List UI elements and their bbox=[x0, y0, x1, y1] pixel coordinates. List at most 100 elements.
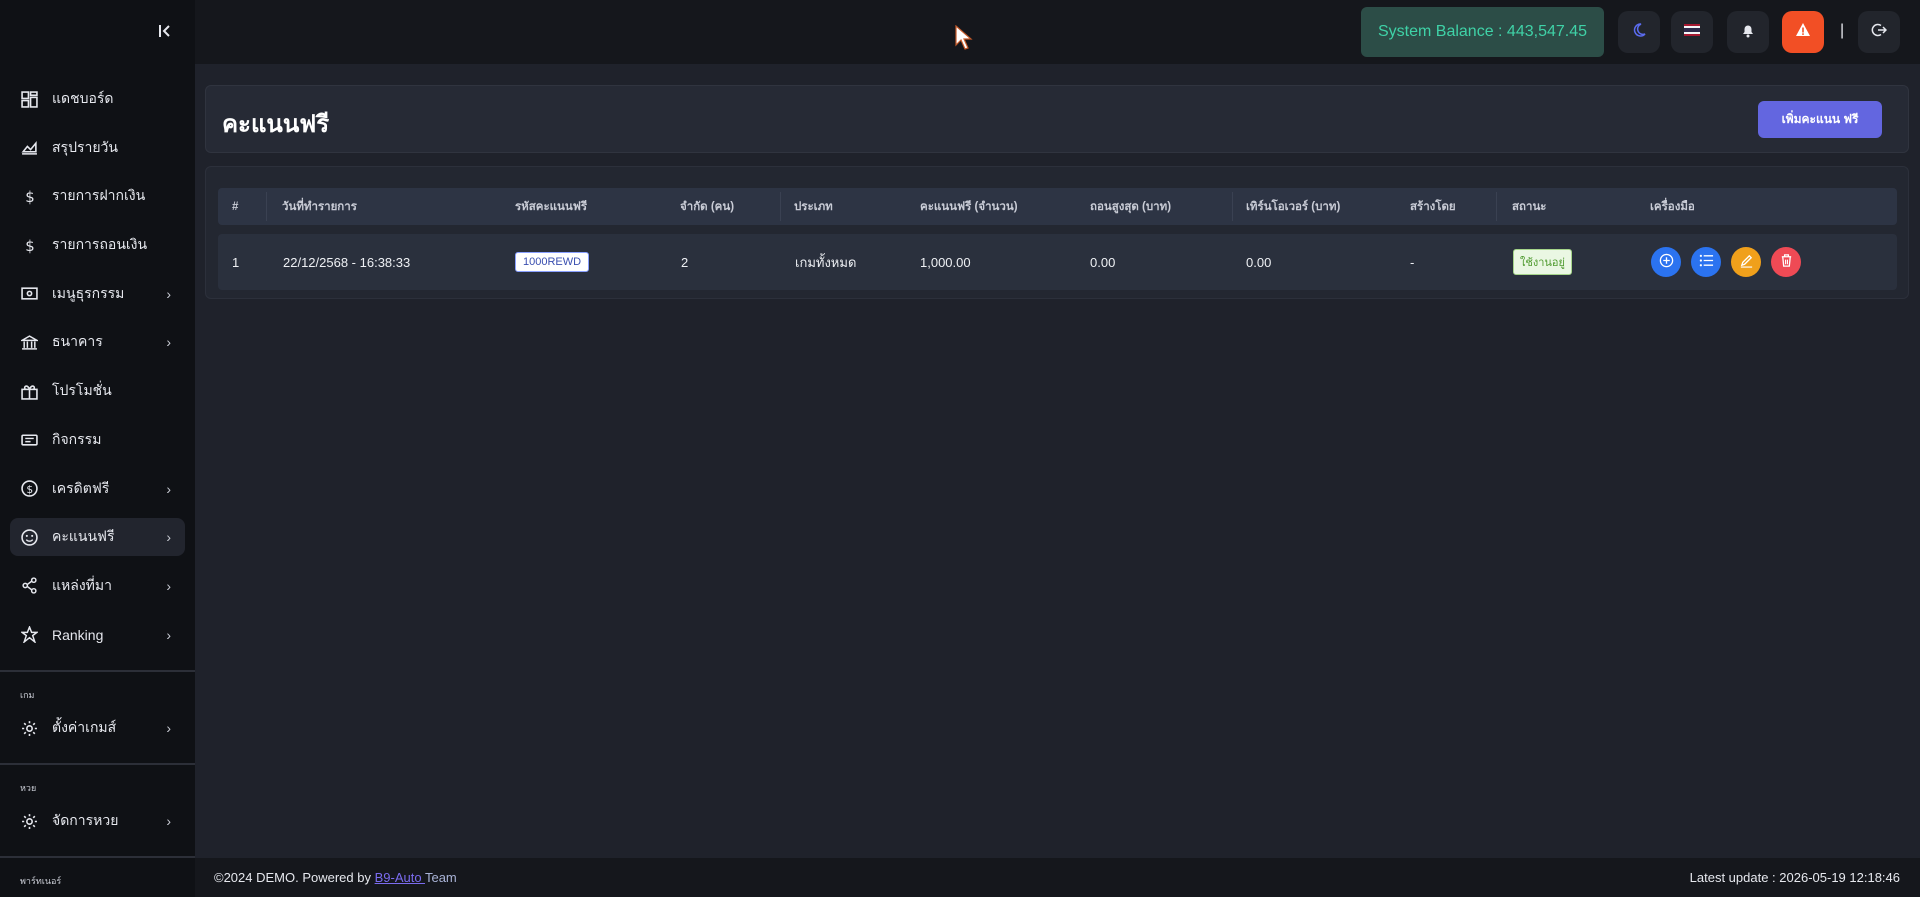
cell-status: ใช้งานอยู่ bbox=[1513, 234, 1572, 290]
cell-limit: 2 bbox=[681, 254, 689, 270]
theme-toggle-button[interactable] bbox=[1618, 11, 1660, 53]
column-divider bbox=[266, 192, 267, 221]
chevron-right-icon: › bbox=[166, 529, 171, 546]
sidebar-item-bank[interactable]: ธนาคาร › bbox=[10, 323, 185, 361]
svg-text:$: $ bbox=[25, 188, 34, 205]
chevron-right-icon: › bbox=[166, 480, 171, 497]
gear-icon bbox=[20, 812, 38, 830]
alert-button[interactable] bbox=[1782, 11, 1824, 53]
col-header-no: # bbox=[232, 200, 239, 213]
col-header-tools: เครื่องมือ bbox=[1650, 200, 1695, 213]
sidebar-item-transactions[interactable]: เมนูธุรกรรม › bbox=[10, 275, 185, 313]
star-icon bbox=[20, 626, 38, 644]
col-header-type: ประเภท bbox=[794, 200, 833, 213]
table-row: 1 22/12/2568 - 16:38:33 1000REWD 2 เกมทั… bbox=[218, 234, 1897, 290]
cell-code: 1000REWD bbox=[515, 234, 590, 290]
cell-points: 1,000.00 bbox=[920, 254, 971, 270]
trash-icon bbox=[1779, 253, 1794, 271]
warning-icon bbox=[1795, 22, 1811, 43]
logout-button[interactable] bbox=[1858, 11, 1900, 53]
cell-tools bbox=[1651, 234, 1811, 290]
sidebar-item-withdrawals[interactable]: $ รายการถอนเงิน bbox=[10, 226, 185, 264]
cell-type: เกมทั้งหมด bbox=[795, 254, 857, 270]
sidebar-item-game-settings[interactable]: ตั้งค่าเกมส์ › bbox=[10, 709, 185, 747]
notifications-button[interactable] bbox=[1727, 11, 1769, 53]
sidebar-item-dashboard[interactable]: แดชบอร์ด bbox=[10, 80, 185, 118]
col-header-code: รหัสคะแนนฟรี bbox=[515, 200, 588, 213]
sidebar-nav: แดชบอร์ด สรุปรายวัน $ รายการฝากเงิน $ รา… bbox=[10, 80, 185, 664]
bank-icon bbox=[20, 333, 38, 351]
powered-by-link[interactable]: B9-Auto bbox=[375, 870, 425, 885]
cell-max-withdraw: 0.00 bbox=[1090, 254, 1116, 270]
sidebar-item-label: เมนูธุรกรรม bbox=[52, 284, 125, 301]
sidebar-item-label: ธนาคาร bbox=[52, 333, 103, 350]
plus-circle-icon bbox=[1659, 253, 1674, 271]
code-badge: 1000REWD bbox=[515, 252, 590, 272]
dollar-icon: $ bbox=[20, 236, 38, 254]
col-header-date: วันที่ทำรายการ bbox=[282, 200, 357, 213]
page-title: คะแนนฟรี bbox=[222, 111, 330, 138]
sidebar-nav-game: ตั้งค่าเกมส์ › bbox=[10, 709, 185, 758]
sidebar-item-label: สรุปรายวัน bbox=[52, 138, 118, 155]
chevron-right-icon: › bbox=[166, 577, 171, 594]
page-header-card: คะแนนฟรี เพิ่มคะแนน ฟรี bbox=[205, 85, 1909, 153]
sidebar-item-ranking[interactable]: Ranking › bbox=[10, 616, 185, 654]
sidebar-item-label: จัดการหวย bbox=[52, 812, 119, 828]
add-free-points-button[interactable]: เพิ่มคะแนน ฟรี bbox=[1758, 101, 1882, 138]
footer: ©2024 DEMO. Powered by B9-Auto Team Late… bbox=[195, 858, 1920, 897]
sidebar-item-deposits[interactable]: $ รายการฝากเงิน bbox=[10, 177, 185, 215]
gift-icon bbox=[20, 382, 38, 400]
add-action-button[interactable] bbox=[1651, 247, 1681, 277]
sidebar: แดชบอร์ด สรุปรายวัน $ รายการฝากเงิน $ รา… bbox=[0, 0, 195, 897]
sidebar-item-lotto-manage[interactable]: จัดการหวย › bbox=[10, 802, 185, 840]
section-title-lotto: หวย bbox=[20, 783, 37, 793]
sidebar-item-label: ตั้งค่าเกมส์ bbox=[52, 719, 117, 735]
share-icon bbox=[20, 577, 38, 595]
section-divider bbox=[0, 763, 195, 765]
smile-icon bbox=[20, 528, 38, 546]
language-button[interactable] bbox=[1671, 11, 1713, 53]
table-header: # วันที่ทำรายการ รหัสคะแนนฟรี จำกัด (คน)… bbox=[218, 188, 1897, 225]
sidebar-item-label: โปรโมชั่น bbox=[52, 382, 112, 399]
sidebar-item-activities[interactable]: กิจกรรม bbox=[10, 421, 185, 459]
section-title-game: เกม bbox=[20, 690, 35, 700]
sidebar-item-sources[interactable]: แหล่งที่มา › bbox=[10, 567, 185, 605]
pencil-icon bbox=[1739, 253, 1754, 271]
sidebar-item-label: กิจกรรม bbox=[52, 430, 102, 447]
col-header-limit: จำกัด (คน) bbox=[680, 200, 735, 213]
moon-icon bbox=[1631, 22, 1647, 43]
col-header-created-by: สร้างโดย bbox=[1410, 200, 1456, 213]
sidebar-item-label: รายการฝากเงิน bbox=[52, 187, 146, 204]
cell-turnover: 0.00 bbox=[1246, 254, 1272, 270]
edit-action-button[interactable] bbox=[1731, 247, 1761, 277]
footer-copyright: ©2024 DEMO. Powered by B9-Auto Team bbox=[214, 870, 457, 885]
top-header bbox=[195, 0, 1920, 64]
col-header-status: สถานะ bbox=[1512, 200, 1547, 213]
sidebar-item-promotion[interactable]: โปรโมชั่น bbox=[10, 372, 185, 410]
status-badge: ใช้งานอยู่ bbox=[1513, 249, 1572, 275]
cell-no: 1 bbox=[232, 254, 240, 270]
ticket-icon bbox=[20, 431, 38, 449]
system-balance: System Balance : 443,547.45 bbox=[1361, 7, 1604, 57]
gear-icon bbox=[20, 719, 38, 737]
column-divider bbox=[1496, 192, 1497, 221]
chevron-right-icon: › bbox=[166, 626, 171, 643]
list-action-button[interactable] bbox=[1691, 247, 1721, 277]
collapse-sidebar-icon[interactable] bbox=[155, 22, 175, 42]
sidebar-item-free-credit[interactable]: $ เครดิตฟรี › bbox=[10, 470, 185, 508]
cash-icon bbox=[20, 285, 38, 303]
copyright-text: ©2024 DEMO. Powered by bbox=[214, 870, 375, 885]
sidebar-item-free-points[interactable]: คะแนนฟรี › bbox=[10, 518, 185, 557]
mouse-cursor-icon bbox=[955, 24, 973, 56]
team-text: Team bbox=[424, 870, 457, 885]
delete-action-button[interactable] bbox=[1771, 247, 1801, 277]
thai-flag-icon bbox=[1684, 23, 1700, 41]
list-icon bbox=[1699, 253, 1714, 271]
col-header-turnover: เทิร์นโอเวอร์ (บาท) bbox=[1246, 200, 1341, 213]
chevron-right-icon: › bbox=[166, 720, 171, 736]
last-update-text: Latest update : 2026-05-19 12:18:46 bbox=[1689, 870, 1900, 885]
sidebar-item-daily-summary[interactable]: สรุปรายวัน bbox=[10, 129, 185, 167]
header-separator: | bbox=[1840, 22, 1845, 39]
col-header-max-withdraw: ถอนสูงสุด (บาท) bbox=[1090, 200, 1172, 213]
sidebar-nav-lotto: จัดการหวย › bbox=[10, 802, 185, 851]
